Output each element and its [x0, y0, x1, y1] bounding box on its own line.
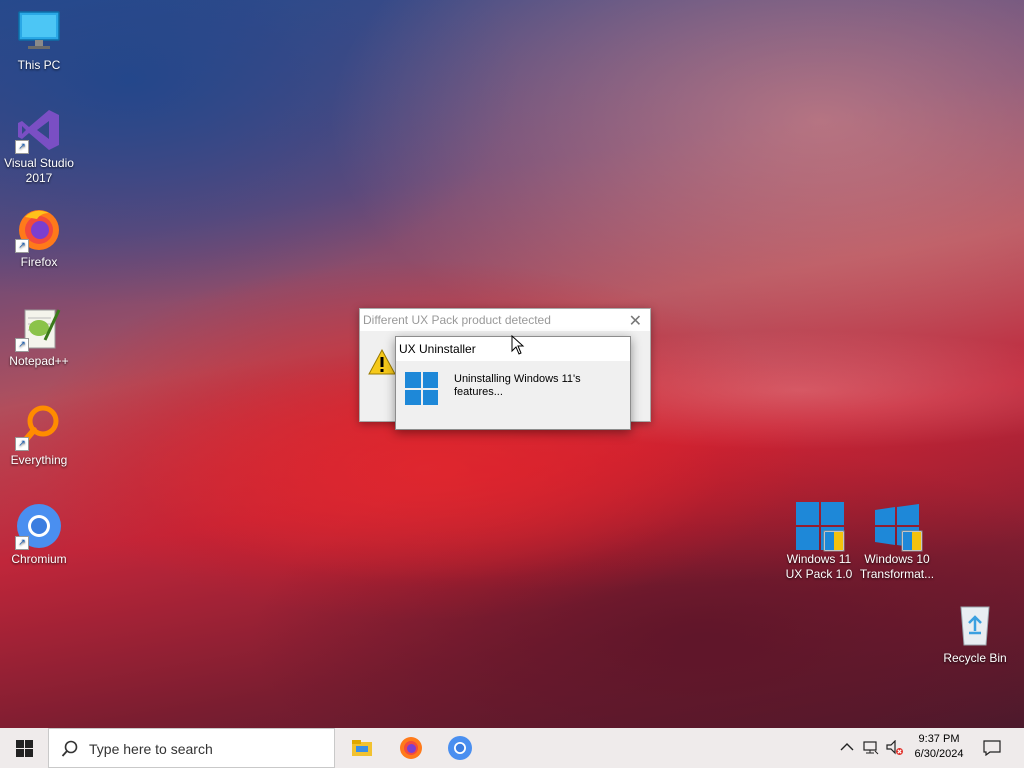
desktop-icon-recycle-bin[interactable]: Recycle Bin — [936, 601, 1014, 666]
shortcut-arrow-icon: ↗ — [15, 239, 29, 253]
desktop-icon-visual-studio[interactable]: ↗ Visual Studio 2017 — [0, 106, 78, 186]
desktop-icon-notepad-plus-plus[interactable]: ↗ Notepad++ — [0, 304, 78, 369]
notification-icon — [983, 740, 1001, 756]
desktop-icon-label: Chromium — [11, 552, 67, 566]
desktop: This PC ↗ Visual Studio 2017 ↗ Firefox ↗… — [0, 0, 1024, 728]
tray-network[interactable] — [861, 728, 881, 768]
chromium-icon: ↗ — [15, 502, 63, 550]
windows-start-icon — [16, 740, 33, 757]
taskbar: Type here to search 9:37 PM 6/30/2024 — [0, 728, 1024, 768]
desktop-icon-label: Windows 10 Transformat... — [859, 552, 935, 581]
clock-date: 6/30/2024 — [914, 748, 964, 760]
taskbar-firefox[interactable] — [395, 732, 427, 764]
network-icon — [863, 741, 879, 755]
mouse-cursor-icon — [511, 335, 525, 355]
desktop-icon-label: This PC — [17, 58, 61, 72]
file-explorer-icon — [352, 740, 372, 756]
desktop-icon-firefox[interactable]: ↗ Firefox — [0, 205, 78, 270]
taskbar-file-explorer[interactable] — [346, 732, 378, 764]
everything-search-icon: ↗ — [15, 403, 63, 451]
chevron-up-icon — [840, 743, 854, 751]
shortcut-arrow-icon: ↗ — [15, 140, 29, 154]
dialog-title[interactable]: Different UX Pack product detected — [360, 309, 650, 331]
desktop-icon-chromium[interactable]: ↗ Chromium — [0, 502, 78, 567]
monitor-icon — [15, 8, 63, 56]
tray-volume[interactable] — [884, 728, 906, 768]
windows-installer-icon — [795, 502, 845, 552]
action-center-button[interactable] — [976, 728, 1008, 768]
taskbar-chromium[interactable] — [444, 732, 476, 764]
desktop-icon-label: Firefox — [20, 255, 58, 269]
desktop-icon-label: Windows 11 UX Pack 1.0 — [785, 552, 853, 581]
desktop-icon-label: Everything — [10, 453, 68, 467]
tray-clock[interactable]: 9:37 PM 6/30/2024 — [908, 728, 970, 768]
dialog-message: Uninstalling Windows 11's features... — [454, 373, 581, 398]
taskbar-search-box[interactable]: Type here to search — [48, 728, 335, 768]
shortcut-arrow-icon: ↗ — [15, 437, 29, 451]
windows-installer-icon — [873, 502, 923, 552]
desktop-icon-this-pc[interactable]: This PC — [0, 8, 78, 73]
visual-studio-icon: ↗ — [15, 106, 63, 154]
shortcut-arrow-icon: ↗ — [15, 338, 29, 352]
search-icon — [61, 740, 78, 757]
desktop-icon-label: Notepad++ — [9, 354, 69, 368]
close-icon[interactable]: ✕ — [629, 311, 642, 331]
start-button[interactable] — [0, 728, 48, 768]
warning-icon — [368, 349, 396, 375]
desktop-icon-label: Visual Studio 2017 — [4, 156, 74, 185]
clock-time: 9:37 PM — [918, 733, 960, 745]
windows-logo-icon — [405, 372, 438, 405]
desktop-icon-windows-11-ux-pack[interactable]: Windows 11 UX Pack 1.0 — [780, 502, 858, 582]
shortcut-arrow-icon: ↗ — [15, 536, 29, 550]
firefox-icon — [400, 737, 422, 759]
desktop-icon-everything[interactable]: ↗ Everything — [0, 403, 78, 468]
chromium-icon — [448, 736, 472, 760]
desktop-icon-windows-10-transformation[interactable]: Windows 10 Transformat... — [858, 502, 936, 582]
volume-muted-icon — [886, 740, 903, 755]
tray-overflow-button[interactable] — [838, 728, 856, 768]
search-placeholder: Type here to search — [89, 741, 213, 757]
desktop-icon-label: Recycle Bin — [943, 651, 1007, 665]
recycle-bin-icon — [951, 601, 999, 649]
firefox-icon: ↗ — [15, 205, 63, 253]
notepad-plus-plus-icon: ↗ — [15, 304, 63, 352]
